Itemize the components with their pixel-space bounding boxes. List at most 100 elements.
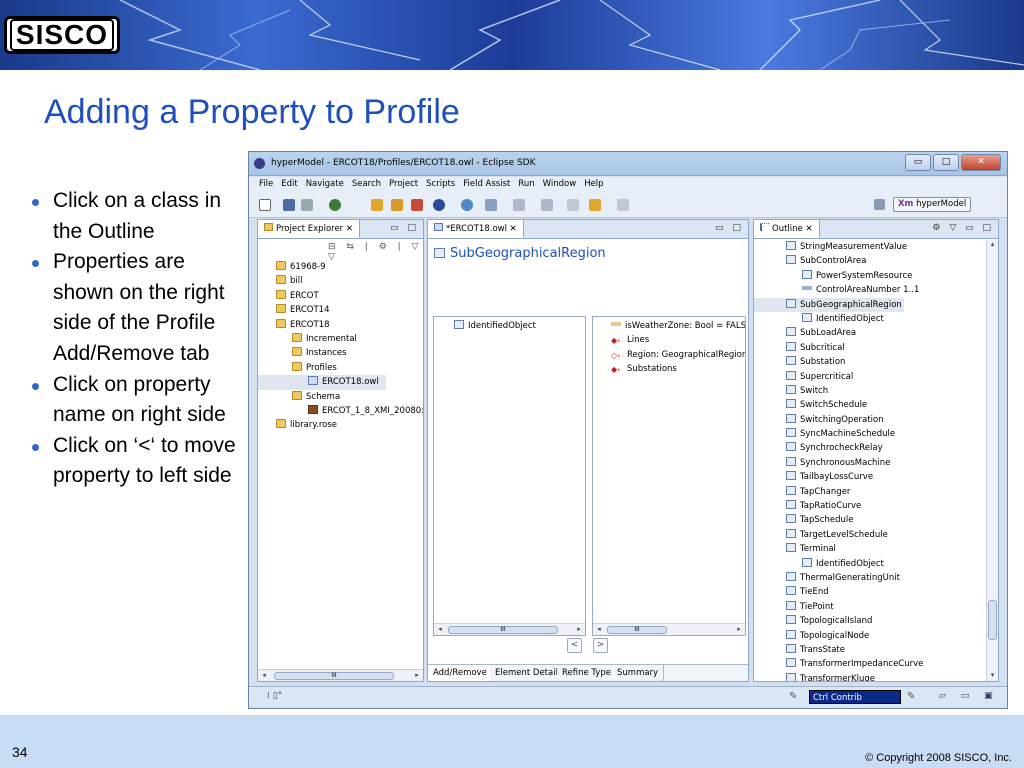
explorer-toolbar[interactable]: ⊟ ⇆ | ⚙ | ▽ ▽	[328, 242, 423, 262]
list-item[interactable]: ERCOT18	[258, 318, 423, 332]
window-titlebar[interactable]: hyperModel - ERCOT18/Profiles/ERCOT18.ow…	[249, 152, 1007, 176]
list-item[interactable]: TopologicalNode	[754, 629, 986, 643]
list-item[interactable]: ThermalGeneratingUnit	[754, 571, 986, 585]
list-item[interactable]: Terminal	[754, 542, 986, 556]
horizontal-scrollbar[interactable]: ◂ III ▸	[258, 669, 423, 681]
prev-annotation-icon[interactable]	[541, 199, 553, 211]
debug-icon[interactable]	[329, 199, 341, 211]
scroll-thumb[interactable]	[988, 600, 997, 640]
list-item[interactable]: ◆› Lines	[593, 333, 745, 347]
scroll-down-icon[interactable]: ▾	[987, 671, 998, 679]
close-button[interactable]: ✕	[961, 154, 1001, 171]
tab-project-explorer[interactable]: Project Explorer ✕	[258, 220, 361, 238]
list-item[interactable]: SubControlArea	[754, 254, 986, 268]
scroll-thumb[interactable]: III	[607, 626, 667, 634]
list-item[interactable]: Instances	[258, 346, 423, 360]
scroll-left-icon[interactable]: ◂	[434, 624, 446, 635]
open-folder-icon[interactable]	[371, 199, 383, 211]
globe-icon[interactable]	[461, 199, 473, 211]
next-annotation-icon[interactable]	[513, 199, 525, 211]
list-item[interactable]: Switch	[754, 384, 986, 398]
list-item[interactable]: TransformerKluge	[754, 672, 986, 681]
list-item[interactable]: ControlAreaNumber 1..1	[754, 283, 986, 297]
back-icon[interactable]	[589, 199, 601, 211]
menu-help[interactable]: Help	[580, 177, 607, 192]
list-item[interactable]: Schema	[258, 390, 423, 404]
tab-outline[interactable]: Outline ✕	[754, 220, 820, 238]
horizontal-scrollbar[interactable]: ◂ III ▸	[434, 623, 585, 635]
menu-navigate[interactable]: Navigate	[302, 177, 348, 192]
list-item[interactable]: TargetLevelSchedule	[754, 528, 986, 542]
scroll-left-icon[interactable]: ◂	[258, 670, 270, 681]
edit-icon[interactable]: ✎	[907, 691, 915, 702]
menu-field-assist[interactable]: Field Assist	[459, 177, 514, 192]
list-item[interactable]: TieEnd	[754, 585, 986, 599]
forward-icon[interactable]	[617, 199, 629, 211]
list-item[interactable]: SwitchSchedule	[754, 398, 986, 412]
list-item[interactable]: IdentifiedObject	[434, 319, 585, 333]
view-controls[interactable]: ▭ □	[390, 223, 419, 233]
move-right-button[interactable]: >	[593, 638, 608, 653]
list-item[interactable]: Profiles	[258, 361, 423, 375]
pencil-icon[interactable]: ✎	[789, 691, 797, 702]
list-item[interactable]: ◇› Region: GeographicalRegion	[593, 348, 745, 362]
new-icon[interactable]	[259, 199, 271, 211]
scroll-right-icon[interactable]: ▸	[411, 670, 423, 681]
minimize-button[interactable]: ▭	[905, 154, 931, 171]
list-item[interactable]: SyncMachineSchedule	[754, 427, 986, 441]
menu-project[interactable]: Project	[385, 177, 422, 192]
list-item[interactable]: TiePoint	[754, 600, 986, 614]
list-item[interactable]: Incremental	[258, 332, 423, 346]
open-project-icon[interactable]	[391, 199, 403, 211]
perspective-button[interactable]: Xm hyperModel	[893, 197, 971, 212]
last-edit-icon[interactable]	[567, 199, 579, 211]
list-item[interactable]: ◆› Substations	[593, 362, 745, 376]
trim-stack-icons[interactable]: ▱ ▭ ▣	[939, 691, 999, 701]
model-icon[interactable]	[433, 199, 445, 211]
list-item[interactable]: isWeatherZone: Bool = FALS	[593, 319, 745, 333]
task-icon[interactable]	[485, 199, 497, 211]
list-item[interactable]: SynchronousMachine	[754, 456, 986, 470]
tab-add-remove[interactable]: Add/Remove	[428, 665, 493, 681]
list-item[interactable]: TapRatioCurve	[754, 499, 986, 513]
tab-ercot18-owl[interactable]: *ERCOT18.owl ✕	[428, 220, 524, 238]
scroll-thumb[interactable]: III	[274, 672, 394, 680]
list-item[interactable]: Substation	[754, 355, 986, 369]
list-item[interactable]: 61968-9	[258, 260, 423, 274]
scroll-up-icon[interactable]: ▴	[987, 240, 998, 248]
menu-search[interactable]: Search	[348, 177, 385, 192]
ctrl-contrib-button[interactable]: Ctrl Contrib (Bottom)	[809, 690, 901, 708]
open-perspective-icon[interactable]	[874, 199, 885, 210]
menu-run[interactable]: Run	[514, 177, 538, 192]
maximize-button[interactable]: □	[933, 154, 959, 171]
menu-file[interactable]: File	[255, 177, 277, 192]
menu-scripts[interactable]: Scripts	[422, 177, 459, 192]
list-item[interactable]: SwitchingOperation	[754, 413, 986, 427]
run-icon[interactable]	[411, 199, 423, 211]
view-controls[interactable]: ▭ □	[715, 223, 744, 233]
list-item[interactable]: TransState	[754, 643, 986, 657]
list-item[interactable]: TransformerImpedanceCurve	[754, 657, 986, 671]
list-item[interactable]: ERCOT14	[258, 303, 423, 317]
view-controls[interactable]: ⚙ ▽ ▭ □	[932, 223, 994, 233]
scroll-left-icon[interactable]: ◂	[593, 624, 605, 635]
horizontal-scrollbar[interactable]: ◂ III ▸	[593, 623, 745, 635]
scroll-thumb[interactable]: III	[448, 626, 558, 634]
print-icon[interactable]	[301, 199, 313, 211]
list-item-selected[interactable]: SubGeographicalRegion	[754, 297, 904, 312]
list-item[interactable]: ERCOT	[258, 289, 423, 303]
menu-window[interactable]: Window	[539, 177, 581, 192]
scroll-right-icon[interactable]: ▸	[573, 624, 585, 635]
list-item[interactable]: SubLoadArea	[754, 326, 986, 340]
save-icon[interactable]	[283, 199, 295, 211]
list-item[interactable]: PowerSystemResource	[754, 269, 986, 283]
vertical-scrollbar[interactable]: ▴ ▾	[986, 240, 998, 681]
list-item[interactable]: bill	[258, 274, 423, 288]
tab-element-detail[interactable]: Element Detail	[490, 665, 564, 681]
list-item[interactable]: Supercritical	[754, 370, 986, 384]
list-item[interactable]: SynchrocheckRelay	[754, 441, 986, 455]
list-item[interactable]: ERCOT_1_8_XMI_20080:	[258, 404, 423, 418]
list-item[interactable]: IdentifiedObject	[754, 557, 986, 571]
list-item[interactable]: TopologicalIsland	[754, 614, 986, 628]
list-item[interactable]: TailbayLossCurve	[754, 470, 986, 484]
